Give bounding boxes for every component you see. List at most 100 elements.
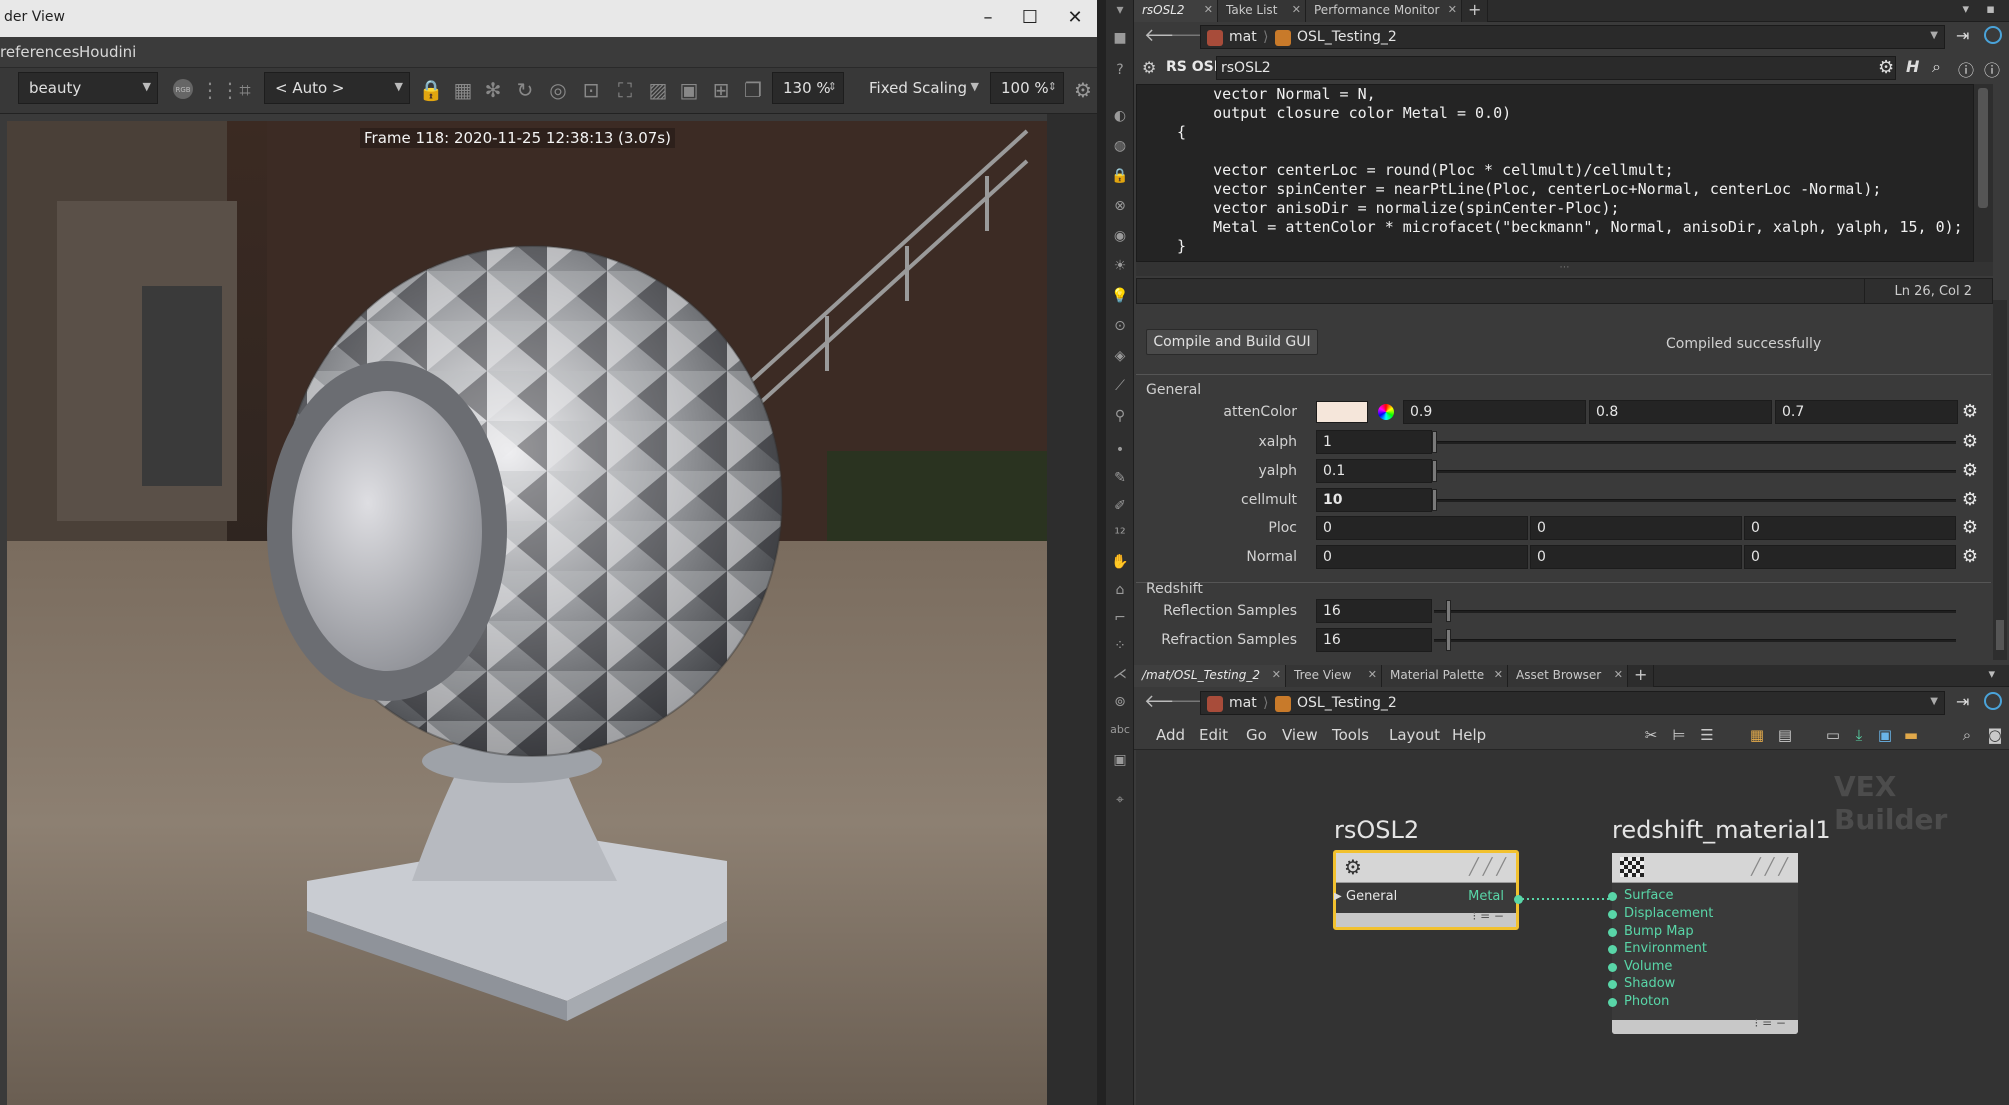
region-icon[interactable]: ▦ <box>450 77 476 103</box>
render-view-titlebar[interactable]: der View – ☐ ✕ <box>0 0 1097 37</box>
pattern-icon[interactable]: ▨ <box>645 77 671 103</box>
maximize-button[interactable]: ☐ <box>1010 4 1050 32</box>
network-path-field[interactable]: mat ⟩ OSL_Testing_2 ▼ <box>1200 691 1945 715</box>
menu-houdini[interactable]: Houdini <box>79 43 136 61</box>
link-icon[interactable] <box>1984 26 2002 44</box>
path-field[interactable]: mat ⟩ OSL_Testing_2 ▼ <box>1200 25 1945 49</box>
tab-asset-browser[interactable]: Asset Browser ✕ <box>1508 665 1628 687</box>
gear-icon[interactable]: ⚙ <box>1878 57 1894 78</box>
color-wheel-icon[interactable] <box>1378 404 1394 420</box>
node-name-field[interactable]: rsOSL2 <box>1216 56 1896 80</box>
camera-icon[interactable]: ◙ <box>1984 724 2006 746</box>
tree-icon[interactable]: ⊨ <box>1668 724 1690 746</box>
zoom-field[interactable]: 130 % ⇕ <box>772 72 844 104</box>
spotlight-icon[interactable]: ⊙ <box>1110 316 1130 336</box>
image-icon[interactable]: ▣ <box>676 77 702 103</box>
menu-go[interactable]: Go <box>1246 726 1267 744</box>
node-rsosl2[interactable]: ⚙ ╱╱╱ ▶ General Metal ⁝ = − <box>1333 850 1519 930</box>
pane-menu-icon[interactable]: ▾ <box>1962 2 1969 17</box>
image-icon[interactable]: ▣ <box>1874 724 1896 746</box>
hda-icon[interactable]: H <box>1906 57 1919 76</box>
node-redshift-material1[interactable]: ╱╱╱ Surface Displacement Bump Map Enviro… <box>1608 853 1798 1034</box>
path-node[interactable]: OSL_Testing_2 <box>1297 695 1397 711</box>
lock-icon[interactable]: 🔒 <box>418 77 444 103</box>
focus-icon[interactable]: ⊡ <box>578 77 604 103</box>
gear-icon[interactable]: ⚙ <box>1959 401 1981 423</box>
path-root[interactable]: mat <box>1229 695 1257 711</box>
close-icon[interactable]: ✕ <box>1614 668 1623 681</box>
scale-field[interactable]: 100 % ⇕ <box>990 72 1064 104</box>
location-icon[interactable]: ⌖ <box>1110 790 1130 810</box>
pin-icon[interactable]: ⇥ <box>1956 692 1969 711</box>
square-icon[interactable]: ■ <box>1110 28 1130 48</box>
input-port[interactable] <box>1608 928 1617 937</box>
normal-x-field[interactable]: 0 <box>1316 545 1528 569</box>
lock-icon[interactable]: 🔒 <box>1110 166 1130 186</box>
node-flags[interactable]: ╱╱╱ <box>1469 857 1510 876</box>
refresh-icon[interactable]: ↻ <box>512 77 538 103</box>
scrollbar-thumb[interactable] <box>1978 88 1988 208</box>
path-node[interactable]: OSL_Testing_2 <box>1297 29 1397 45</box>
gear-icon[interactable]: ⚙ <box>1959 546 1981 568</box>
param-scrollbar[interactable] <box>1993 300 2007 660</box>
x-icon[interactable]: ⊗ <box>1110 196 1130 216</box>
input-port[interactable] <box>1608 892 1617 901</box>
attencolor-g-field[interactable]: 0.8 <box>1589 400 1772 424</box>
gear-icon[interactable]: ⚙ <box>1959 431 1981 453</box>
link-icon[interactable] <box>1984 692 2002 710</box>
minimize-button[interactable]: – <box>968 4 1008 32</box>
yalph-field[interactable]: 0.1 <box>1316 459 1432 483</box>
xalph-field[interactable]: 1 <box>1316 430 1432 454</box>
close-icon[interactable]: ✕ <box>1272 668 1281 681</box>
attencolor-r-field[interactable]: 0.9 <box>1403 400 1586 424</box>
resize-handle[interactable]: ⋯ <box>1136 262 1993 276</box>
input-port[interactable] <box>1608 910 1617 919</box>
gear-icon[interactable]: ⚙ <box>1959 460 1981 482</box>
node-footer-icons[interactable]: ⁝ = − <box>1472 909 1504 923</box>
download-icon[interactable]: ⤓ <box>1848 724 1870 746</box>
ploc-z-field[interactable]: 0 <box>1744 516 1956 540</box>
refraction-samples-slider[interactable] <box>1434 639 1956 642</box>
gear-icon[interactable]: ⚙ <box>1959 517 1981 539</box>
frame-icon[interactable]: ⛶ <box>612 77 638 103</box>
render-image[interactable] <box>7 121 1047 1105</box>
pin-icon[interactable]: ⇥ <box>1956 26 1969 45</box>
add-tab-button[interactable]: + <box>1628 665 1654 687</box>
path-root[interactable]: mat <box>1229 29 1257 45</box>
ploc-x-field[interactable]: 0 <box>1316 516 1528 540</box>
sticky-note-icon[interactable]: ▭ <box>1822 724 1844 746</box>
box-icon[interactable]: ▬ <box>1900 724 1922 746</box>
gear-icon[interactable]: ⚙ <box>1070 77 1096 103</box>
code-scrollbar[interactable] <box>1974 84 1993 262</box>
maximize-pane-icon[interactable]: ▪ <box>1986 2 1995 17</box>
menu-help[interactable]: Help <box>1452 726 1486 744</box>
gear-icon[interactable]: ⚙ <box>1959 489 1981 511</box>
cellmult-slider[interactable] <box>1434 499 1956 502</box>
close-icon[interactable]: ✕ <box>1368 668 1377 681</box>
xalph-slider-handle[interactable] <box>1432 431 1437 453</box>
target-icon[interactable]: ◎ <box>545 77 571 103</box>
select-icon[interactable]: ◍ <box>1110 136 1130 156</box>
image-icon[interactable]: ▣ <box>1110 750 1130 770</box>
light-icon[interactable]: ☀ <box>1110 256 1130 276</box>
normal-y-field[interactable]: 0 <box>1530 545 1742 569</box>
close-icon[interactable]: ✕ <box>1204 3 1213 16</box>
xalph-slider[interactable] <box>1434 441 1956 444</box>
menu-preferences[interactable]: references <box>0 43 79 61</box>
add-tab-button[interactable]: + <box>1462 0 1488 22</box>
close-icon[interactable]: ✕ <box>1448 3 1457 16</box>
menu-edit[interactable]: Edit <box>1199 726 1228 744</box>
tab-rsosl2[interactable]: rsOSL2 ✕ <box>1134 0 1218 22</box>
info-icon[interactable]: ⓘ <box>1958 57 1974 81</box>
grid-icon[interactable]: ⋮⋮ <box>200 77 240 103</box>
node-flags[interactable]: ╱╱╱ <box>1751 857 1792 876</box>
node-footer-icons[interactable]: ⁝ = − <box>1754 1016 1786 1030</box>
table-icon[interactable]: ▤ <box>1774 724 1796 746</box>
refraction-slider-handle[interactable] <box>1446 629 1451 651</box>
menu-add[interactable]: Add <box>1156 726 1185 744</box>
record-icon[interactable]: ⊚ <box>1110 692 1130 712</box>
tab-take-list[interactable]: Take List ✕ <box>1218 0 1306 22</box>
slope-icon[interactable]: ⟋ <box>1110 376 1130 396</box>
render-icon[interactable]: ◈ <box>1110 346 1130 366</box>
close-icon[interactable]: ✕ <box>1292 3 1301 16</box>
